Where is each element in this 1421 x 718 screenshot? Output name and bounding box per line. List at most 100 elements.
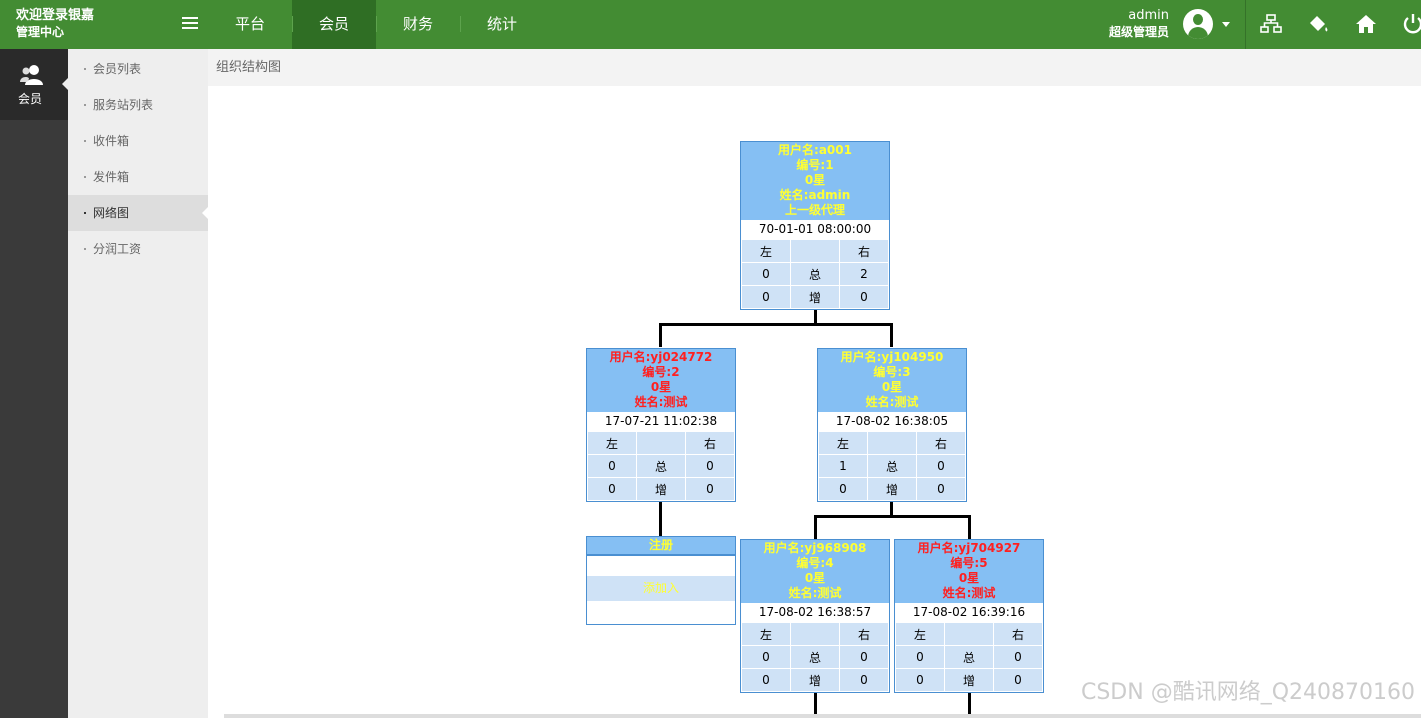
divider [1245,0,1246,49]
node-username: 用户名:a001 [778,143,852,157]
node-username: 用户名:yj968908 [763,541,867,555]
tree-node-root[interactable]: 用户名:a001 编号:1 0星 姓名:admin 上一级代理 70-01-01… [740,141,890,310]
stat-cell: 0 [685,477,735,501]
tab-finance[interactable]: 财务 [376,0,460,49]
stat-cell: 0 [993,645,1043,669]
stat-cell: 增 [636,477,686,501]
avatar[interactable] [1183,9,1213,39]
connector [659,323,893,326]
node-header: 用户名:yj968908 编号:4 0星 姓名:测试 [741,540,889,603]
rail-item-label: 会员 [17,92,42,106]
submenu-item-network-map[interactable]: 网络图 [68,195,208,231]
home-icon[interactable] [1354,12,1378,36]
stat-cell: 左 [741,239,791,263]
stat-cell: 总 [790,262,840,286]
stat-cell: 左 [587,431,637,455]
node-stats-table: 左 右 0总2 0增0 [741,239,889,309]
node-stats-table: 左 右 0总0 0增0 [741,622,889,692]
tab-member[interactable]: 会员 [292,0,376,49]
tab-statistics[interactable]: 统计 [460,0,544,49]
sitemap-icon[interactable] [1259,12,1283,36]
chevron-down-icon[interactable] [1222,22,1230,27]
brand-subtitle: 管理中心 [16,25,65,39]
paint-bucket-icon[interactable] [1306,12,1330,36]
stat-cell: 0 [587,477,637,501]
node-id: 编号:5 [950,556,988,570]
stat-cell: 0 [895,668,945,692]
node-stats-table: 左 右 0总0 0增0 [587,431,735,501]
node-id: 编号:1 [796,158,834,172]
stat-cell: 0 [818,477,868,501]
node-id: 编号:3 [873,365,911,379]
stat-cell [867,431,917,455]
connector [968,515,971,539]
node-name: 姓名:测试 [865,395,919,409]
tree-node-left[interactable]: 用户名:yj024772 编号:2 0星 姓名:测试 17-07-21 11:0… [586,348,736,502]
connector [659,496,662,536]
stat-cell: 0 [741,645,791,669]
connector [659,323,662,347]
stat-cell [636,431,686,455]
top-nav: 平台 会员 财务 统计 [208,0,544,49]
submenu-item-member-list[interactable]: 会员列表 [68,51,208,87]
connector [814,515,971,518]
stat-cell: 右 [839,622,889,646]
stat-cell: 右 [839,239,889,263]
node-id: 编号:2 [642,365,680,379]
rail-item-member[interactable]: 会员 [0,49,68,120]
horizontal-scrollbar[interactable] [224,714,1421,718]
submenu-item-station-list[interactable]: 服务站列表 [68,87,208,123]
stat-cell: 增 [790,668,840,692]
node-stars: 0星 [650,380,672,394]
submenu: 会员列表 服务站列表 收件箱 发件箱 网络图 分润工资 [68,49,208,718]
user-role: 超级管理员 [1108,25,1169,39]
node-header: 用户名:a001 编号:1 0星 姓名:admin 上一级代理 [741,142,889,220]
menu-toggle-icon[interactable] [182,17,198,31]
register-slot[interactable]: 注册 添加入 [586,536,736,625]
connector [814,515,817,539]
stat-cell: 0 [741,668,791,692]
register-add-link[interactable]: 添加入 [587,576,735,601]
node-name: 姓名:admin [779,188,851,202]
stat-cell [790,239,840,263]
submenu-item-label: 会员列表 [93,62,142,76]
power-icon[interactable] [1401,12,1421,36]
stat-cell: 右 [993,622,1043,646]
breadcrumb: 组织结构图 [208,49,1421,86]
stat-cell: 增 [944,668,994,692]
node-header: 用户名:yj704927 编号:5 0星 姓名:测试 [895,540,1043,603]
node-id: 编号:4 [796,556,834,570]
stat-cell: 0 [741,285,791,309]
node-date: 17-07-21 11:02:38 [587,412,735,431]
tree-node-right-left[interactable]: 用户名:yj968908 编号:4 0星 姓名:测试 17-08-02 16:3… [740,539,890,693]
stat-cell: 总 [944,645,994,669]
node-stats-table: 左 右 1总0 0增0 [818,431,966,501]
stat-cell [790,622,840,646]
stat-cell [944,622,994,646]
watermark: CSDN @酷讯网络_Q240870160 [1080,680,1415,705]
stat-cell: 总 [867,454,917,478]
submenu-item-outbox[interactable]: 发件箱 [68,159,208,195]
stat-cell: 左 [741,622,791,646]
stat-cell: 0 [895,645,945,669]
stat-cell: 增 [867,477,917,501]
stat-cell: 2 [839,262,889,286]
node-date: 17-08-02 16:39:16 [895,603,1043,622]
register-row [587,556,735,576]
top-bar: 欢迎登录银嘉 管理中心 平台 会员 财务 统计 admin 超级管理员 [0,0,1421,49]
tab-platform[interactable]: 平台 [208,0,292,49]
register-title[interactable]: 注册 [587,537,735,556]
node-stats-table: 左 右 0总0 0增0 [895,622,1043,692]
stat-cell: 0 [916,454,966,478]
stat-cell: 总 [790,645,840,669]
submenu-item-profit-wages[interactable]: 分润工资 [68,231,208,267]
stat-cell: 0 [839,645,889,669]
tree-node-right[interactable]: 用户名:yj104950 编号:3 0星 姓名:测试 17-08-02 16:3… [817,348,967,502]
users-icon [20,65,43,85]
node-stars: 0星 [881,380,903,394]
tree-node-right-right[interactable]: 用户名:yj704927 编号:5 0星 姓名:测试 17-08-02 16:3… [894,539,1044,693]
stat-cell: 左 [818,431,868,455]
user-info[interactable]: admin 超级管理员 [1109,8,1169,40]
stat-cell: 1 [818,454,868,478]
submenu-item-inbox[interactable]: 收件箱 [68,123,208,159]
